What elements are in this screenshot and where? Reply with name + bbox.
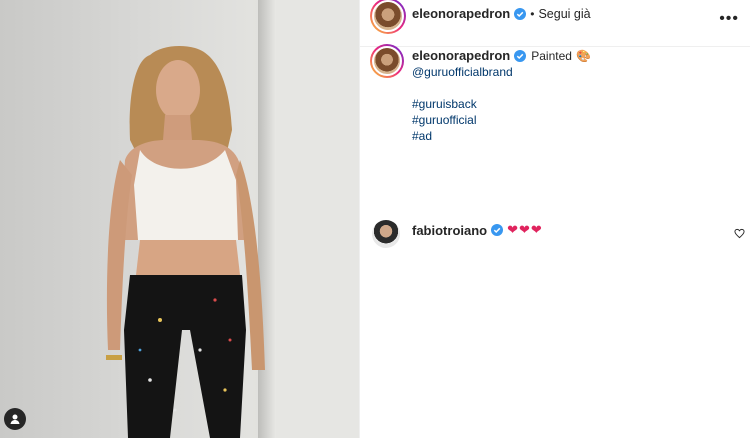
- hashtag-link[interactable]: #guruisback: [412, 96, 732, 112]
- mention-link[interactable]: @guruofficialbrand: [412, 65, 513, 79]
- user-icon: [10, 414, 20, 424]
- palette-emoji: 🎨: [575, 49, 591, 63]
- comment-item: fabiotroiano ❤❤❤: [412, 222, 543, 238]
- comment-text: ❤❤❤: [507, 222, 543, 237]
- hashtag-link[interactable]: #guruofficial: [412, 112, 732, 128]
- verified-badge-icon: [514, 50, 527, 62]
- author-username[interactable]: eleonorapedron: [412, 6, 510, 21]
- post-photo[interactable]: [0, 0, 359, 438]
- caption-avatar[interactable]: [370, 44, 404, 78]
- author-avatar[interactable]: [370, 0, 406, 34]
- commenter-avatar[interactable]: [372, 220, 400, 248]
- tagged-users-button[interactable]: [4, 408, 26, 430]
- separator-dot: •: [530, 6, 535, 21]
- post-sidebar: eleonorapedron • Segui già ••• eleonorap…: [359, 0, 750, 438]
- hashtag-link[interactable]: #ad: [412, 128, 732, 144]
- caption-text: Painted: [531, 49, 572, 63]
- post-header: eleonorapedron • Segui già •••: [360, 0, 750, 47]
- follow-status-button[interactable]: Segui già: [538, 7, 590, 21]
- comment-username[interactable]: fabiotroiano: [412, 223, 487, 238]
- like-comment-heart-icon[interactable]: [734, 228, 745, 239]
- caption-username[interactable]: eleonorapedron: [412, 48, 510, 64]
- verified-badge-icon: [491, 224, 504, 236]
- post-caption: eleonorapedron Painted 🎨 @guruofficialbr…: [412, 48, 732, 144]
- more-options-icon[interactable]: •••: [719, 10, 739, 28]
- person-illustration: [106, 46, 265, 438]
- verified-badge-icon: [514, 7, 527, 20]
